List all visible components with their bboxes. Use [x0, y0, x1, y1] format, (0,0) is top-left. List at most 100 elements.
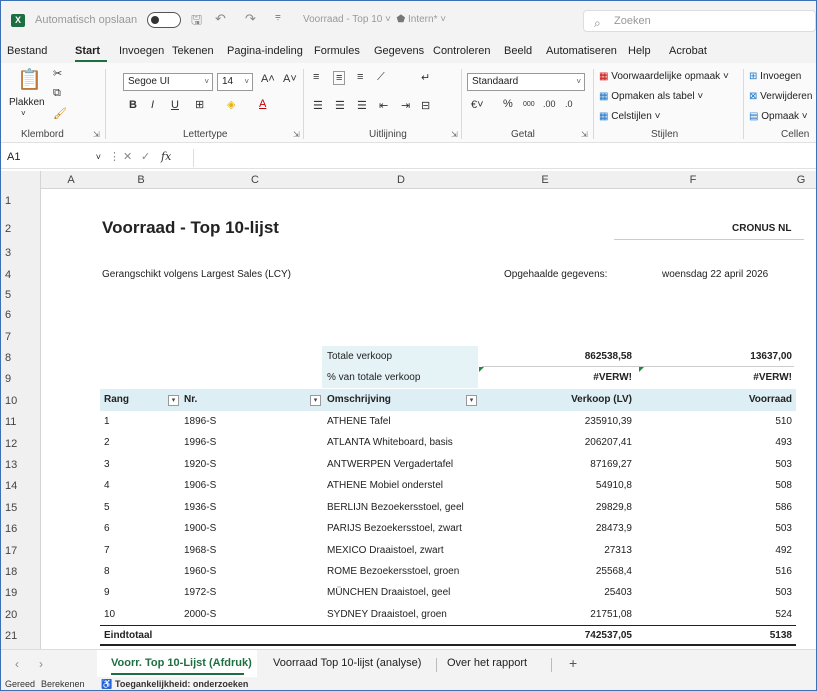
row-header[interactable]: 15	[5, 502, 17, 514]
function-icon[interactable]: fx	[161, 150, 171, 163]
number-format-dropdown[interactable]: Standaard ˅	[467, 73, 585, 91]
italic-icon[interactable]: I	[151, 99, 154, 111]
increase-indent-icon[interactable]: ⇥	[401, 99, 410, 112]
tab-acrobat[interactable]: Acrobat	[669, 45, 707, 57]
font-size-dropdown[interactable]: 14 ˅	[217, 73, 253, 91]
status-calculate[interactable]: Berekenen	[41, 679, 85, 689]
add-sheet-icon[interactable]: +	[569, 655, 577, 671]
number-launcher-icon[interactable]: ⇲	[581, 130, 588, 139]
align-left-icon[interactable]: ☰	[313, 99, 323, 112]
row-header[interactable]: 21	[5, 630, 17, 642]
autosave-toggle[interactable]	[147, 12, 181, 28]
document-title[interactable]: Voorraad - Top 10 ˅ ⬟ Intern* ˅	[303, 14, 446, 25]
align-right-icon[interactable]: ☰	[357, 99, 367, 112]
name-box[interactable]: A1 ˅	[5, 151, 101, 167]
save-icon[interactable]: 🖫	[191, 11, 202, 33]
cut-icon[interactable]: ✂	[53, 67, 62, 80]
row-header[interactable]: 17	[5, 545, 17, 557]
row-header[interactable]: 8	[5, 352, 11, 364]
row-header[interactable]: 19	[5, 587, 17, 599]
row-header[interactable]: 20	[5, 609, 17, 621]
row-header[interactable]: 10	[5, 395, 17, 407]
underline-icon[interactable]: U	[171, 99, 179, 111]
tab-help[interactable]: Help	[628, 45, 651, 57]
orientation-icon[interactable]: ⟋	[377, 71, 385, 84]
clipboard-launcher-icon[interactable]: ⇲	[93, 130, 100, 139]
paste-chevron-icon[interactable]: ˅	[21, 109, 26, 118]
select-all-corner[interactable]	[1, 171, 41, 189]
borders-icon[interactable]: ⊞	[195, 98, 204, 111]
tab-invoegen[interactable]: Invoegen	[119, 45, 164, 57]
tab-beeld[interactable]: Beeld	[504, 45, 532, 57]
row-header[interactable]: 6	[5, 309, 11, 321]
format-as-table-button[interactable]: ▦ Opmaken als tabel ˅	[599, 91, 703, 102]
row-header[interactable]: 5	[5, 289, 11, 301]
row-header[interactable]: 9	[5, 373, 11, 385]
thousands-separator-icon[interactable]: 000	[523, 101, 535, 108]
fill-color-icon[interactable]: ◈	[227, 98, 235, 111]
redo-icon[interactable]: ↷	[245, 11, 256, 27]
scroll-right-icon[interactable]: ›	[39, 657, 43, 671]
filter-dropdown-icon[interactable]: ▾	[310, 395, 321, 406]
undo-icon[interactable]: ↶	[215, 11, 226, 27]
formula-input[interactable]	[193, 149, 813, 167]
column-header-d[interactable]: D	[395, 174, 407, 186]
bold-icon[interactable]: B	[129, 99, 137, 111]
tab-gegevens[interactable]: Gegevens	[374, 45, 424, 57]
tab-controleren[interactable]: Controleren	[433, 45, 490, 57]
copy-icon[interactable]: ⧉	[53, 87, 61, 100]
filter-dropdown-icon[interactable]: ▾	[466, 395, 477, 406]
row-header[interactable]: 1	[5, 195, 11, 207]
decrease-font-icon[interactable]: A˅	[283, 73, 297, 85]
row-header[interactable]: 12	[5, 438, 17, 450]
tab-formules[interactable]: Formules	[314, 45, 360, 57]
merge-center-icon[interactable]: ⊟	[421, 99, 430, 112]
row-header[interactable]: 4	[5, 269, 11, 281]
row-header[interactable]: 7	[5, 331, 11, 343]
cell-styles-button[interactable]: ▦ Celstijlen ˅	[599, 111, 660, 122]
wrap-text-icon[interactable]: ↵	[421, 71, 430, 84]
font-color-icon[interactable]: A	[259, 98, 266, 110]
row-header[interactable]: 11	[5, 416, 16, 428]
paste-button[interactable]: Plakken	[9, 97, 45, 108]
format-cells-button[interactable]: ▤ Opmaak ˅	[749, 111, 808, 122]
tab-tekenen[interactable]: Tekenen	[172, 45, 214, 57]
row-header[interactable]: 18	[5, 566, 17, 578]
row-header[interactable]: 2	[5, 223, 11, 235]
delete-cells-button[interactable]: ⊠ Verwijderen	[749, 91, 812, 102]
confirm-icon[interactable]: ✓	[141, 150, 150, 163]
tab-start[interactable]: Start	[75, 45, 100, 57]
insert-cells-button[interactable]: ⊞ Invoegen	[749, 71, 801, 82]
tab-bestand[interactable]: Bestand	[7, 45, 47, 57]
align-bottom-icon[interactable]: ≡	[357, 71, 363, 83]
conditional-formatting-button[interactable]: ▦ Voorwaardelijke opmaak ˅	[599, 71, 729, 82]
align-top-icon[interactable]: ≡	[313, 71, 319, 83]
row-header[interactable]: 14	[5, 480, 17, 492]
decrease-indent-icon[interactable]: ⇤	[379, 99, 388, 112]
align-middle-icon[interactable]: ≡	[333, 71, 346, 85]
accounting-format-icon[interactable]: €˅	[471, 99, 484, 111]
paste-icon[interactable]: 📋	[17, 67, 42, 92]
filter-dropdown-icon[interactable]: ▾	[168, 395, 179, 406]
alignment-launcher-icon[interactable]: ⇲	[451, 130, 458, 139]
column-header-c[interactable]: C	[249, 174, 261, 186]
column-header-e[interactable]: E	[539, 174, 551, 186]
row-header[interactable]: 3	[5, 247, 11, 259]
column-header-a[interactable]: A	[65, 174, 77, 186]
accessibility-status[interactable]: Toegankelijkheid: onderzoeken	[115, 679, 248, 689]
row-header[interactable]: 13	[5, 459, 17, 471]
worksheet-grid[interactable]: Voorraad - Top 10-lijst CRONUS NL Gerang…	[42, 189, 816, 649]
column-header-b[interactable]: B	[135, 174, 147, 186]
font-name-dropdown[interactable]: Segoe UI ˅	[123, 73, 213, 91]
increase-decimal-icon[interactable]: .00	[543, 99, 556, 109]
percent-icon[interactable]: %	[503, 98, 513, 110]
font-launcher-icon[interactable]: ⇲	[293, 130, 300, 139]
column-header-g[interactable]: G	[795, 174, 807, 186]
cancel-icon[interactable]: ✕	[123, 150, 132, 163]
sheet-tab-afdruk[interactable]: Voorr. Top 10-Lijst (Afdruk)	[111, 657, 252, 669]
sheet-tab-over[interactable]: Over het rapport	[447, 657, 527, 669]
customize-icon[interactable]: ⩦	[275, 11, 281, 22]
format-painter-icon[interactable]: 🖌	[53, 107, 67, 120]
tab-automatiseren[interactable]: Automatiseren	[546, 45, 617, 57]
scroll-left-icon[interactable]: ‹	[15, 657, 19, 671]
